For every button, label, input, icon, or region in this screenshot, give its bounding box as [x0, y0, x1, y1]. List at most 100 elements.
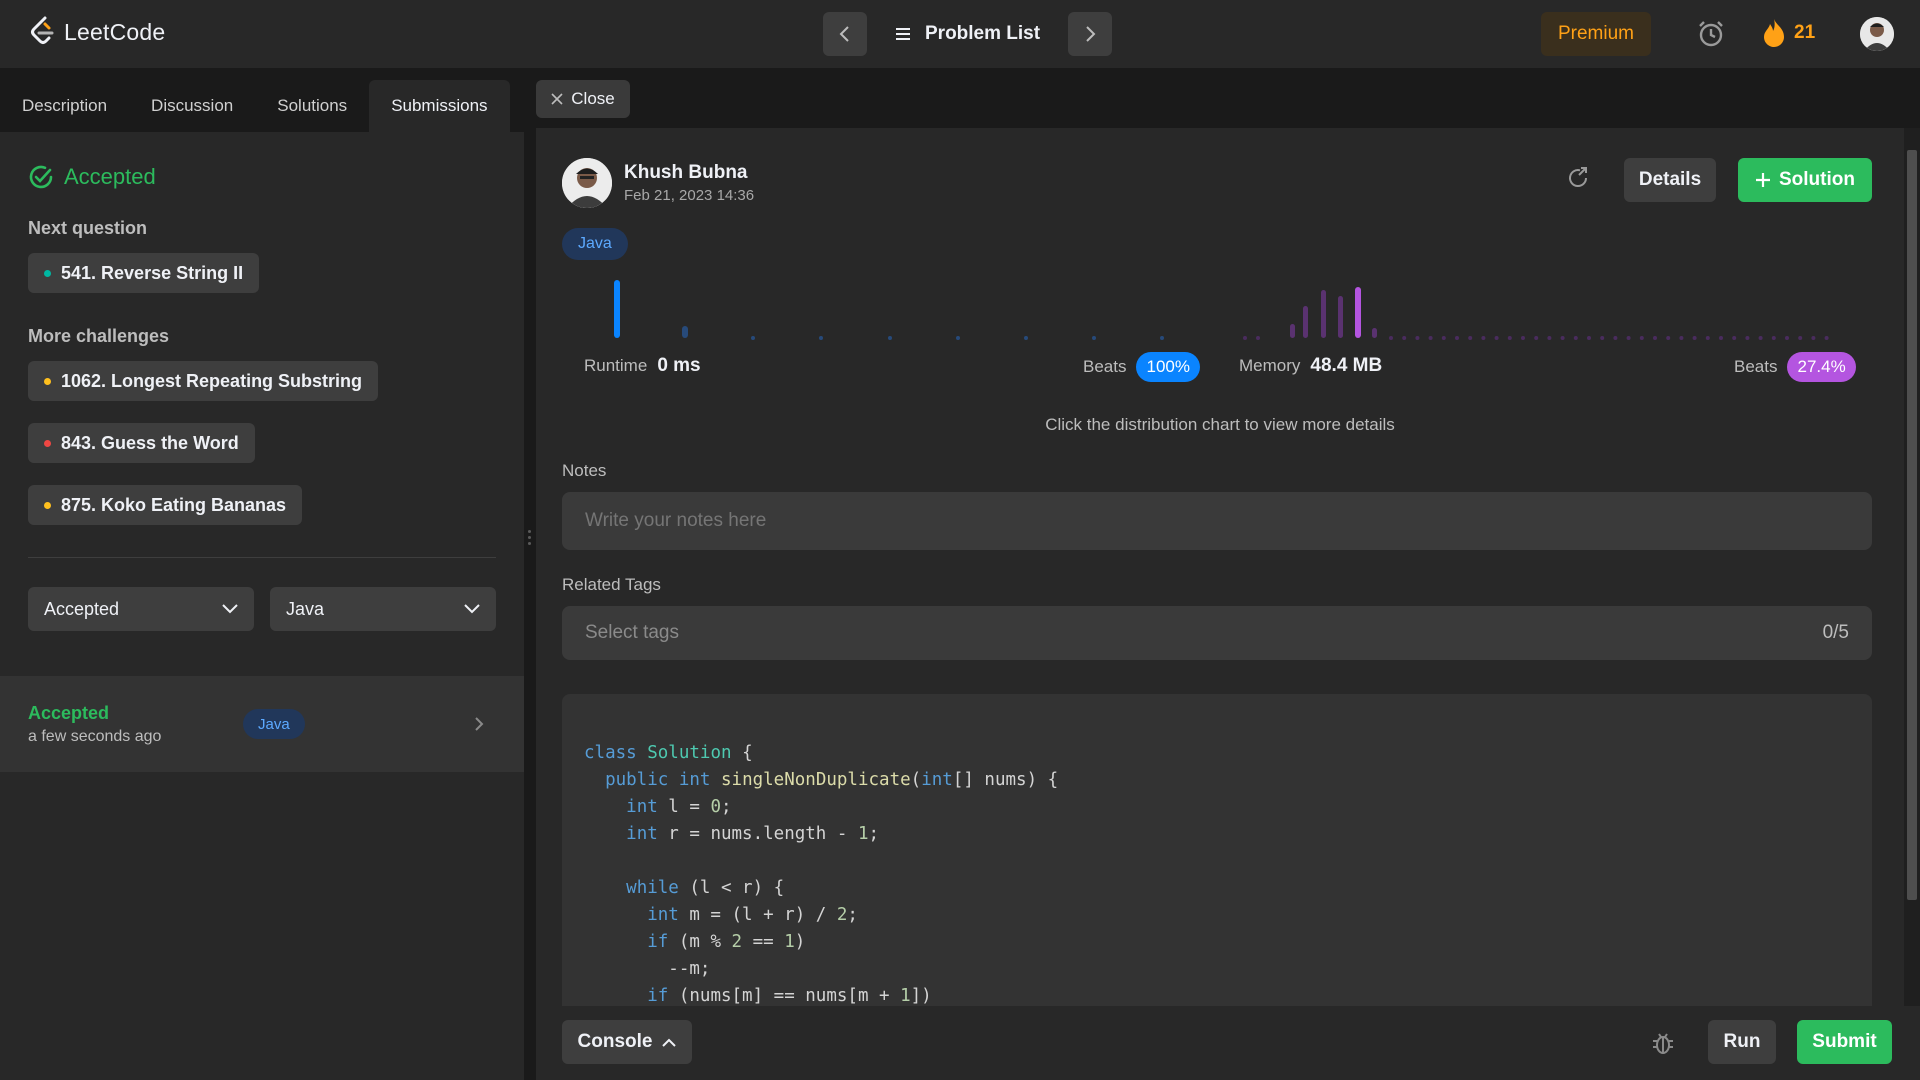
run-button[interactable]: Run: [1708, 1020, 1776, 1064]
tags-select[interactable]: Select tags 0/5: [562, 606, 1872, 660]
memory-dot: [1745, 336, 1750, 340]
memory-distribution: [1243, 287, 1377, 340]
memory-dot: [1653, 336, 1657, 340]
memory-bar: [1321, 290, 1326, 338]
runtime-dot: [1160, 336, 1164, 340]
language-filter-value: Java: [286, 598, 325, 619]
memory-dot: [1243, 336, 1247, 340]
tab-description[interactable]: Description: [0, 80, 129, 132]
challenge-title: 1062. Longest Repeating Substring: [61, 370, 363, 391]
memory-dot: [1600, 336, 1605, 340]
submission-time: a few seconds ago: [28, 727, 162, 745]
difficulty-dot: [44, 439, 51, 447]
memory-bar: [1303, 306, 1308, 338]
memory-dot: [1389, 336, 1393, 340]
memory-beats: Beats 27.4%: [1734, 352, 1856, 382]
submission-language-badge: Java: [243, 709, 305, 739]
chevron-down-icon: [222, 604, 238, 614]
next-question-chip[interactable]: 541. Reverse String II: [28, 253, 260, 293]
memory-dot: [1560, 336, 1565, 340]
list-icon: [896, 28, 910, 40]
console-label: Console: [577, 1031, 653, 1052]
memory-dot: [1521, 336, 1525, 340]
challenge-chip[interactable]: 875. Koko Eating Bananas: [28, 485, 303, 525]
memory-dot: [1639, 336, 1644, 340]
solution-label: Solution: [1779, 169, 1855, 190]
console-toggle-button[interactable]: Console: [562, 1020, 692, 1064]
submission-date: Feb 21, 2023 14:36: [624, 187, 755, 204]
memory-dot: [1468, 336, 1473, 340]
difficulty-dot: [44, 377, 51, 385]
streak-counter[interactable]: 21: [1762, 18, 1815, 48]
panel-tabs: Description Discussion Solutions Submiss…: [0, 80, 524, 132]
runtime-dot: [819, 336, 823, 340]
post-solution-button[interactable]: Solution: [1738, 158, 1872, 202]
runtime-dot: [751, 336, 755, 340]
vertical-scrollbar[interactable]: [1904, 128, 1920, 1006]
leetcode-logo-icon: [31, 16, 54, 44]
difficulty-dot: [44, 501, 51, 509]
runtime-bar: [614, 280, 620, 338]
language-filter-select[interactable]: Java: [270, 587, 496, 631]
share-button[interactable]: [1566, 166, 1590, 195]
memory-bar: [1372, 328, 1377, 338]
submission-detail-panel: Khush Bubna Feb 21, 2023 14:36 Details S…: [536, 128, 1904, 1006]
submitter-avatar[interactable]: [562, 158, 612, 208]
challenge-title: 875. Koko Eating Bananas: [61, 494, 287, 515]
memory-dot: [1402, 336, 1407, 340]
memory-bar: [1338, 296, 1343, 338]
submit-button[interactable]: Submit: [1797, 1020, 1892, 1064]
challenge-chip[interactable]: 1062. Longest Repeating Substring: [28, 361, 379, 401]
memory-dot: [1732, 336, 1737, 340]
tags-count: 0/5: [1822, 622, 1849, 643]
tab-discussion[interactable]: Discussion: [129, 80, 255, 132]
runtime-dot: [956, 336, 960, 340]
next-question-title: 541. Reverse String II: [61, 262, 244, 283]
tab-submissions[interactable]: Submissions: [369, 80, 510, 132]
memory-beats-label: Beats: [1734, 357, 1778, 376]
chevron-right-icon: [1086, 26, 1096, 42]
premium-button[interactable]: Premium: [1541, 12, 1651, 56]
next-problem-button[interactable]: [1068, 12, 1113, 56]
details-button[interactable]: Details: [1624, 158, 1716, 202]
memory-dot: [1626, 336, 1631, 340]
notes-input[interactable]: [562, 492, 1872, 550]
more-challenges-label: More challenges: [28, 326, 170, 346]
logo[interactable]: LeetCode: [30, 16, 165, 48]
memory-dot: [1811, 336, 1816, 340]
submission-row[interactable]: Accepted a few seconds ago Java: [0, 676, 524, 772]
runtime-beats-badge: 100%: [1136, 352, 1200, 382]
submitter-name[interactable]: Khush Bubna: [624, 162, 754, 184]
close-tab-button[interactable]: Close: [536, 80, 630, 118]
panel-resize-handle[interactable]: [524, 68, 536, 1080]
tab-solutions[interactable]: Solutions: [255, 80, 369, 132]
memory-dot: [1785, 336, 1789, 340]
user-avatar[interactable]: [1860, 17, 1894, 51]
status-filter-select[interactable]: Accepted: [28, 587, 254, 631]
chevron-up-icon: [662, 1038, 677, 1047]
left-panel: Description Discussion Solutions Submiss…: [0, 80, 524, 1080]
submitter-info: Khush Bubna Feb 21, 2023 14:36: [562, 158, 754, 208]
problem-list-button[interactable]: Problem List: [895, 23, 1040, 45]
distribution-chart[interactable]: [536, 268, 1904, 348]
memory-dot: [1587, 336, 1591, 340]
code-line: if (nums[m] == nums[m + 1]): [647, 986, 932, 1006]
code-viewer[interactable]: class Solution { public int singleNonDup…: [562, 694, 1872, 1006]
memory-dot: [1547, 336, 1552, 340]
code-line: while (l < r) {: [626, 878, 785, 898]
memory-metric: Memory 48.4 MB: [1239, 355, 1382, 377]
timer-button[interactable]: [1696, 19, 1726, 54]
debug-button[interactable]: [1650, 1030, 1676, 1061]
memory-dot: [1613, 336, 1618, 340]
prev-problem-button[interactable]: [823, 12, 867, 56]
scrollbar-thumb[interactable]: [1907, 150, 1917, 900]
check-circle-icon: [29, 165, 53, 189]
memory-bar: [1355, 287, 1361, 338]
difficulty-dot: [44, 269, 51, 277]
challenge-chip[interactable]: 843. Guess the Word: [28, 423, 255, 463]
memory-dot: [1428, 336, 1433, 340]
memory-bar: [1290, 324, 1295, 338]
bug-icon: [1653, 1033, 1673, 1054]
code-line: public int singleNonDuplicate(int[] nums…: [605, 770, 1059, 790]
